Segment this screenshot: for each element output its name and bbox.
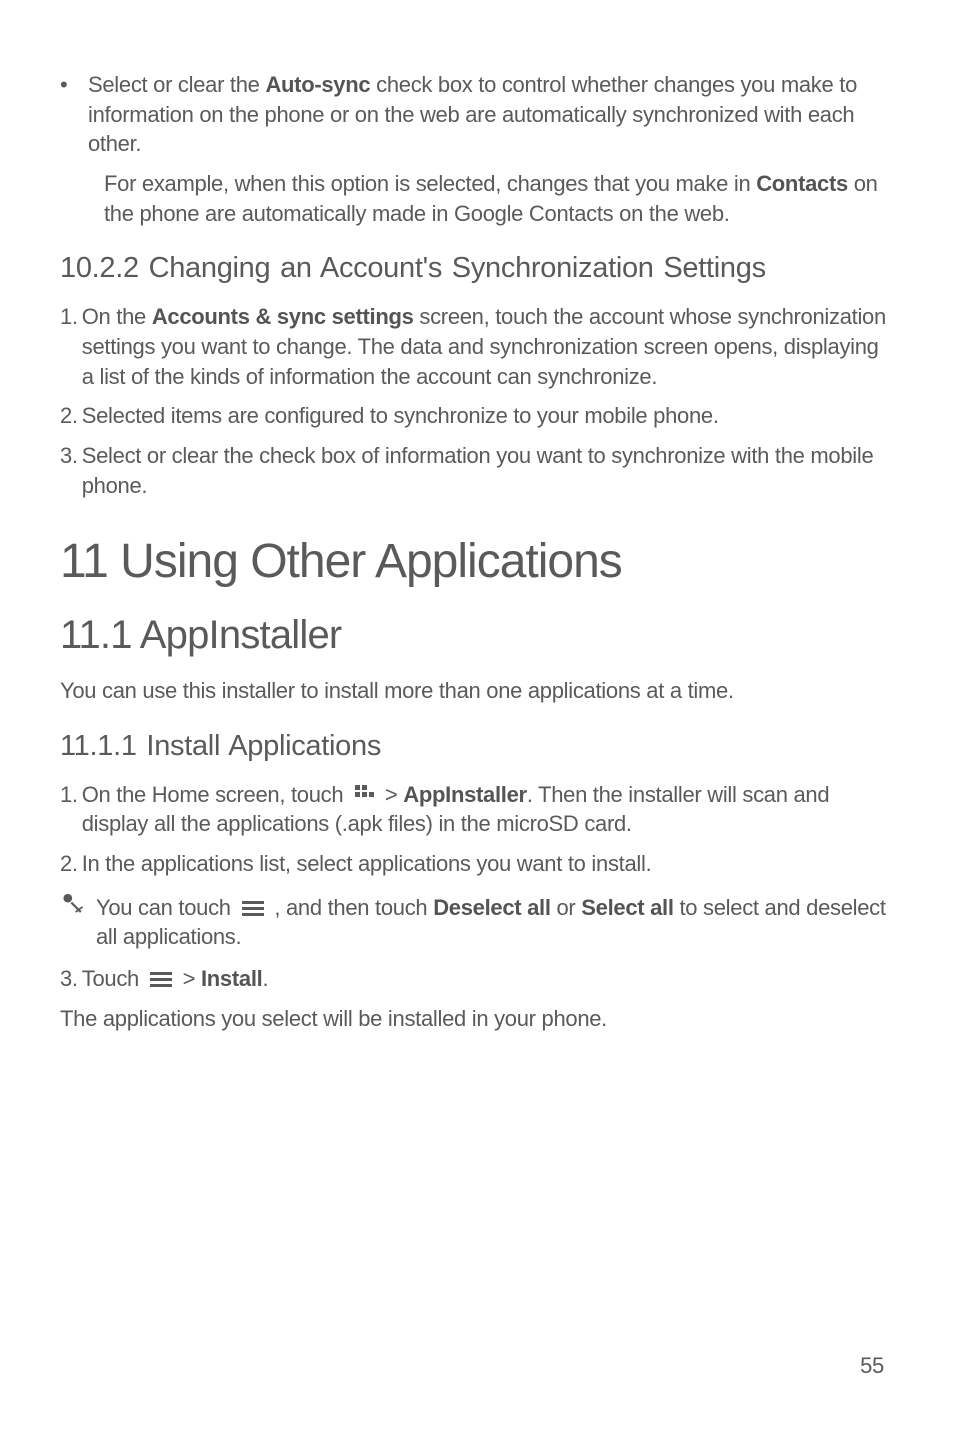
menu-icon: [150, 965, 172, 981]
text: .: [262, 966, 268, 991]
text: For example, when this option is selecte…: [104, 171, 756, 196]
num-marker: 3.: [60, 964, 78, 994]
num-marker: 2.: [60, 849, 78, 879]
text: , and then touch: [274, 895, 433, 920]
text: On the: [82, 304, 152, 329]
numbered-item: 3. Select or clear the check box of info…: [60, 441, 894, 500]
bold-term: Deselect all: [433, 895, 550, 920]
num-text: Select or clear the check box of informa…: [82, 441, 894, 500]
heading-2: 11.1 AppInstaller: [60, 613, 894, 658]
bullet-marker: •: [60, 70, 88, 159]
note-text: You can touch , and then touch Deselect …: [96, 893, 894, 952]
bold-term: Contacts: [756, 171, 848, 196]
num-text: In the applications list, select applica…: [82, 849, 894, 879]
text: >: [385, 782, 403, 807]
heading-1: 11 Using Other Applications: [60, 534, 894, 589]
body-text: The applications you select will be inst…: [60, 1004, 894, 1034]
num-text: Selected items are configured to synchro…: [82, 401, 894, 431]
text: Touch: [82, 966, 145, 991]
heading-3: 10.2.2 Changing an Account's Synchroniza…: [60, 250, 894, 288]
text: >: [183, 966, 201, 991]
menu-icon: [242, 894, 264, 910]
numbered-item: 2. Selected items are configured to sync…: [60, 401, 894, 431]
bold-term: Install: [201, 966, 262, 991]
bullet-item: • Select or clear the Auto-sync check bo…: [60, 70, 894, 159]
bold-term: AppInstaller: [403, 782, 527, 807]
numbered-item: 1. On the Home screen, touch > AppInstal…: [60, 780, 894, 839]
body-text: You can use this installer to install mo…: [60, 676, 894, 706]
num-text: On the Home screen, touch > AppInstaller…: [82, 780, 894, 839]
num-marker: 3.: [60, 441, 78, 500]
text: You can touch: [96, 895, 237, 920]
bold-term: Auto-sync: [265, 72, 370, 97]
note-row: You can touch , and then touch Deselect …: [60, 893, 894, 952]
numbered-item: 2. In the applications list, select appl…: [60, 849, 894, 879]
note-tip-icon: [60, 893, 90, 924]
heading-3: 11.1.1 Install Applications: [60, 728, 894, 766]
bullet-text: Select or clear the Auto-sync check box …: [88, 70, 894, 159]
bold-term: Accounts & sync settings: [152, 304, 414, 329]
page-number: 55: [860, 1353, 884, 1379]
text: On the Home screen, touch: [82, 782, 349, 807]
num-text: On the Accounts & sync settings screen, …: [82, 302, 894, 391]
numbered-item: 1. On the Accounts & sync settings scree…: [60, 302, 894, 391]
num-marker: 1.: [60, 780, 78, 839]
sub-paragraph: For example, when this option is selecte…: [104, 169, 894, 228]
text: or: [551, 895, 582, 920]
text: Select or clear the: [88, 72, 265, 97]
apps-grid-icon: [354, 782, 374, 802]
num-marker: 2.: [60, 401, 78, 431]
num-text: Touch > Install.: [82, 964, 894, 994]
num-marker: 1.: [60, 302, 78, 391]
bold-term: Select all: [581, 895, 673, 920]
numbered-item: 3. Touch > Install.: [60, 964, 894, 994]
